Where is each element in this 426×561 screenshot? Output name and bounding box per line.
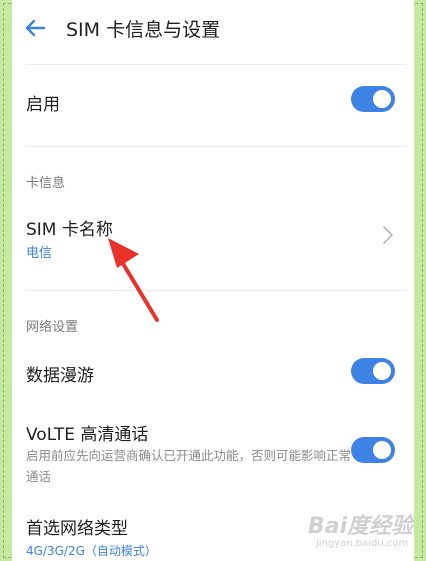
settings-screen: SIM 卡信息与设置 启用 卡信息 SIM 卡名称 电信 网络设置 数据漫游 V… [12,0,414,561]
enable-label: 启用 [26,95,60,115]
data-roaming-label: 数据漫游 [26,366,94,386]
volte-toggle[interactable] [351,437,395,463]
sim-name-value: 电信 [26,246,53,261]
toggle-knob [373,90,391,108]
data-roaming-toggle[interactable] [351,358,395,384]
header: SIM 卡信息与设置 [12,0,414,58]
preferred-network-label[interactable]: 首选网络类型 [26,514,128,539]
chevron-right-icon[interactable] [382,225,394,245]
sim-name-label[interactable]: SIM 卡名称 [26,215,113,240]
watermark-logo: Bai度经验 [308,514,414,539]
section-label-card-info: 卡信息 [26,176,66,191]
volte-label: VoLTE 高清通话 [26,425,149,445]
back-arrow-icon[interactable] [22,16,48,40]
toggle-knob [373,362,391,380]
divider [26,146,406,147]
enable-toggle[interactable] [351,86,395,112]
divider [26,64,406,65]
watermark-url: jingyan.baidu.com [316,538,409,549]
volte-description: 启用前应先向运营商确认已开通此功能，否则可能影响正常通话 [26,448,352,484]
section-label-network: 网络设置 [26,320,79,335]
toggle-knob [373,441,391,459]
page-title: SIM 卡信息与设置 [66,19,221,41]
divider [26,290,406,291]
preferred-network-value: 4G/3G/2G（自动模式） [26,544,157,558]
